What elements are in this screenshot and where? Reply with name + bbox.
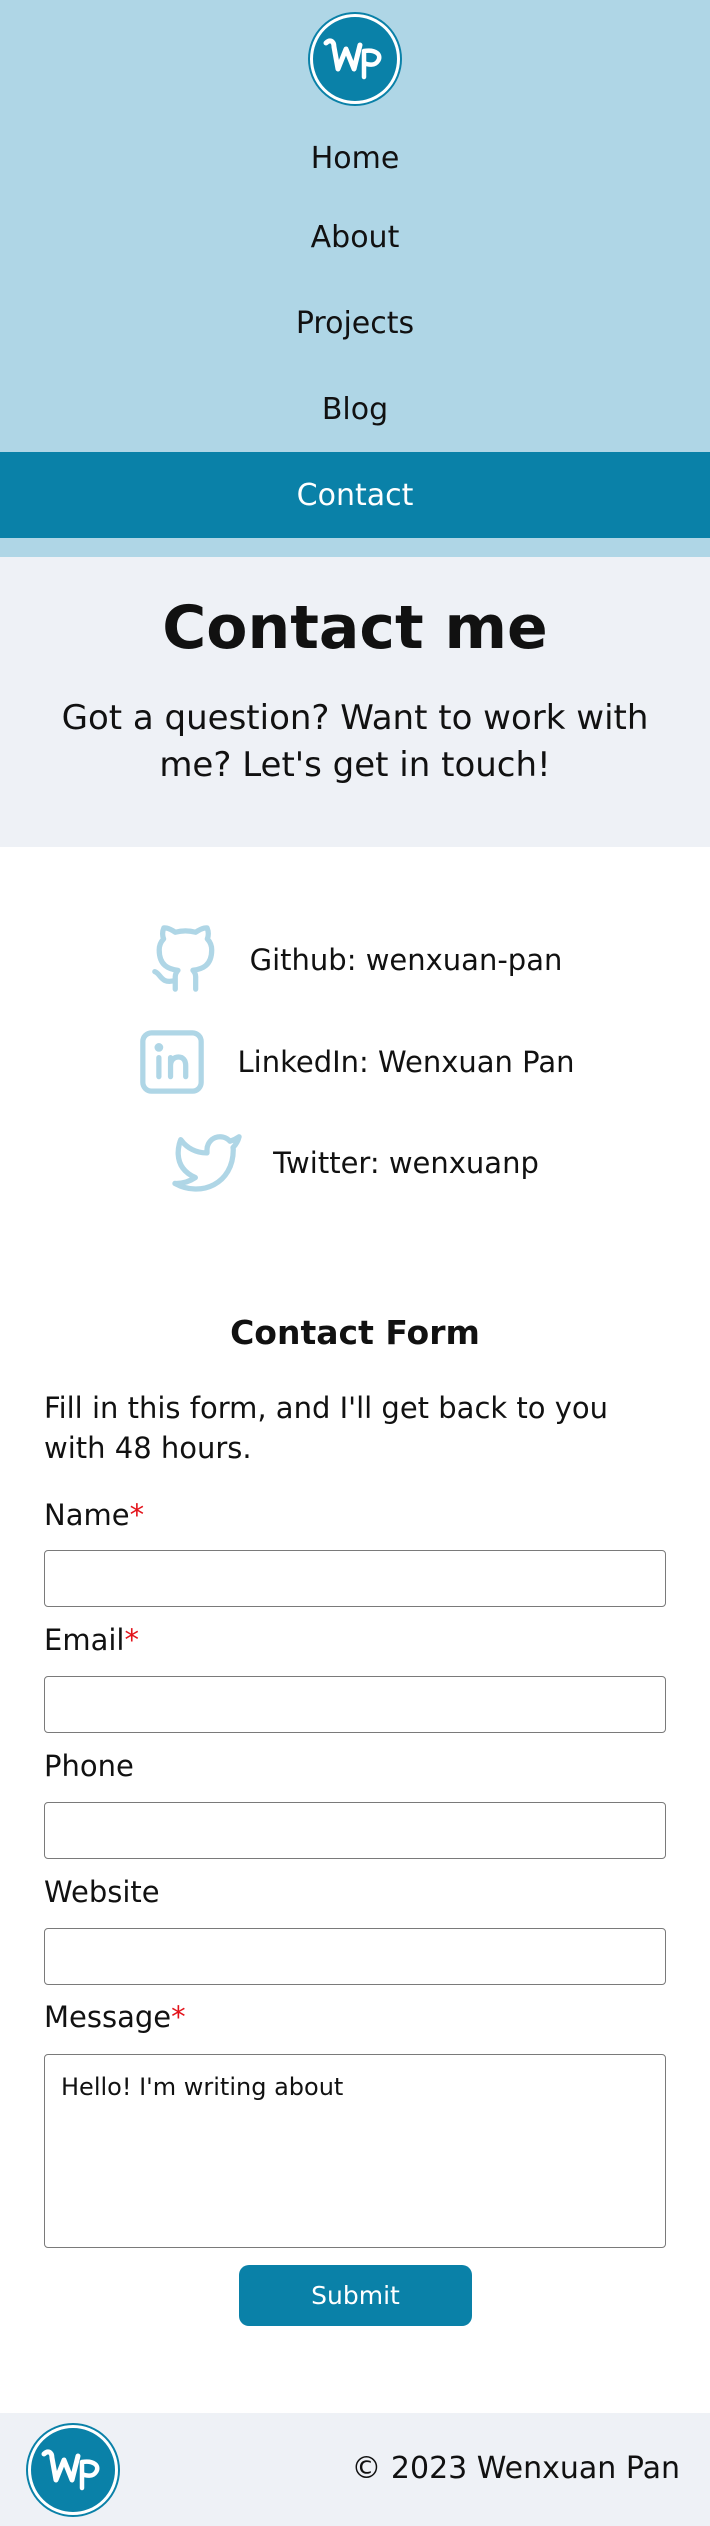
twitter-icon [171,1127,243,1199]
website-input[interactable] [44,1928,666,1985]
social-link-text: Twitter: wenxuanp [273,1146,539,1180]
phone-label-text: Phone [44,1749,134,1783]
nav-item-home[interactable]: Home [0,122,710,194]
logo-circle [28,2425,118,2515]
logo-monogram-icon [41,2449,100,2491]
name-label: Name* [44,1498,144,1532]
website-label: Website [44,1875,160,1909]
nav-item-blog[interactable]: Blog [0,366,710,452]
name-input[interactable] [44,1550,666,1607]
linkedin-icon [136,1026,208,1098]
required-mark: * [129,1498,145,1532]
nav-item-projects[interactable]: Projects [0,280,710,366]
footer-logo[interactable] [28,2425,118,2515]
required-mark: * [124,1623,139,1657]
footer-copyright: © 2023 Wenxuan Pan [351,2451,680,2486]
site-logo[interactable] [310,14,400,104]
social-link-linkedin[interactable]: LinkedIn: Wenxuan Pan [0,1022,710,1102]
logo-circle [310,14,400,104]
name-label-text: Name [44,1498,130,1532]
required-mark: * [171,2000,186,2034]
form-intro: Fill in this form, and I'll get back to … [44,1391,609,1465]
message-label-text: Message [44,2000,172,2034]
message-label: Message* [44,2000,186,2034]
nav-item-contact[interactable]: Contact [0,452,710,538]
page-title: Contact me [162,593,548,663]
social-link-text: Github: wenxuan-pan [249,943,563,977]
website-label-text: Website [44,1875,160,1909]
email-input[interactable] [44,1676,666,1733]
hero-subtitle: Got a question? Want to work with me? Le… [61,698,649,785]
github-icon [148,924,220,996]
email-label: Email* [44,1623,139,1657]
message-textarea[interactable]: Hello! I'm writing about [44,2054,666,2248]
site-header: Home About Projects Blog Contact [0,0,710,557]
submit-button[interactable]: Submit [239,2265,472,2326]
social-link-github[interactable]: Github: wenxuan-pan [0,920,710,1000]
logo-monogram-icon [323,38,382,80]
social-link-text: LinkedIn: Wenxuan Pan [237,1045,575,1079]
social-link-twitter[interactable]: Twitter: wenxuanp [0,1123,710,1203]
email-label-text: Email [44,1623,125,1657]
site-footer: © 2023 Wenxuan Pan [0,2413,710,2526]
hero-section: Contact me Got a question? Want to work … [0,557,710,847]
phone-label: Phone [44,1749,134,1783]
form-title: Contact Form [230,1313,480,1352]
main-nav: Home About Projects Blog Contact [0,122,710,538]
nav-item-about[interactable]: About [0,194,710,280]
phone-input[interactable] [44,1802,666,1859]
